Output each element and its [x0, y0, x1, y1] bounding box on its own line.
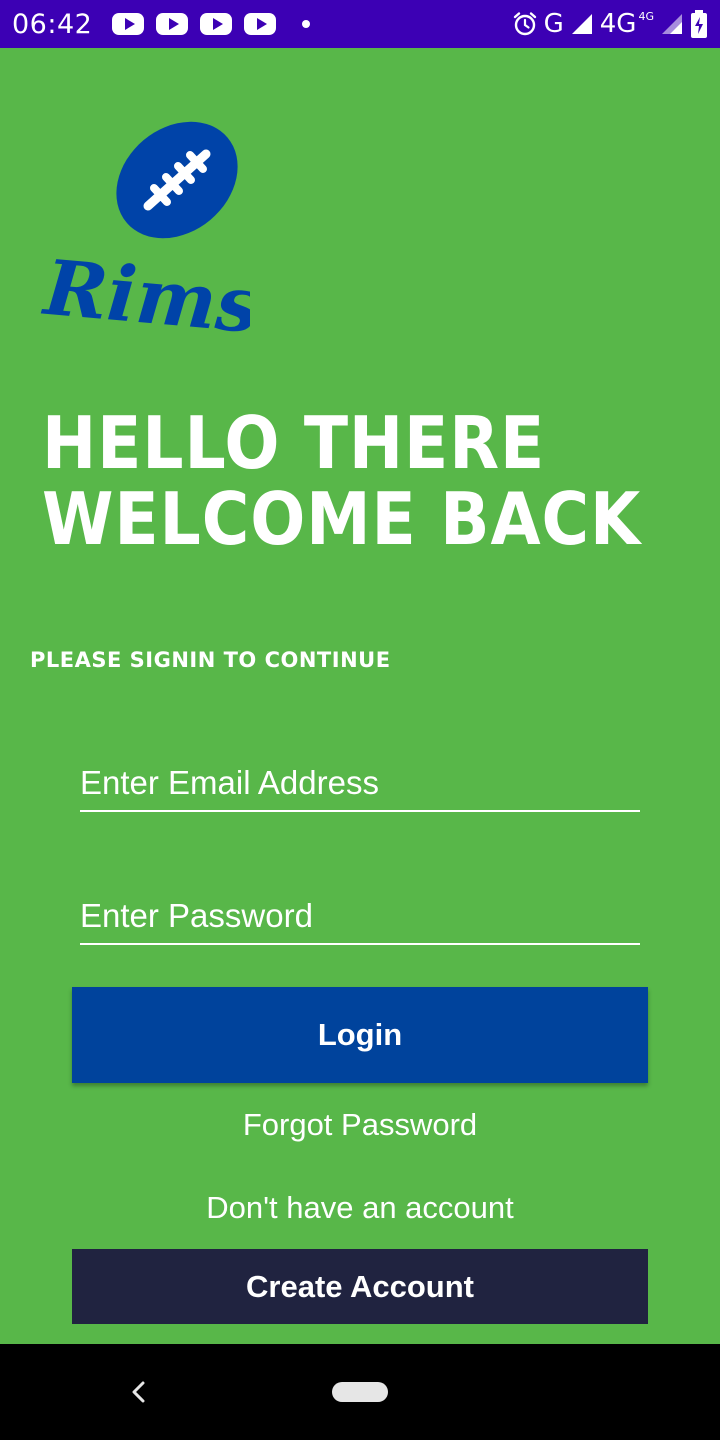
create-account-button[interactable]: Create Account — [72, 1249, 648, 1324]
football-icon — [116, 121, 238, 239]
status-bar: 06:42 G 4G 4G — [0, 0, 720, 48]
svg-text:Rims: Rims — [40, 250, 250, 340]
youtube-icon — [200, 13, 233, 35]
rims-logo-text: Rims — [40, 250, 250, 340]
login-button[interactable]: Login — [72, 987, 648, 1083]
email-field[interactable] — [80, 764, 640, 812]
navigation-bar — [0, 1344, 720, 1440]
battery-icon — [691, 10, 707, 38]
dot-icon — [302, 20, 311, 28]
welcome-headline: HELLO THERE WELCOME BACK — [42, 405, 641, 557]
youtube-icon — [112, 13, 145, 35]
youtube-icon — [244, 13, 277, 35]
signal-icon — [571, 14, 592, 34]
password-field[interactable] — [80, 897, 640, 945]
signin-subtitle: PLEASE SIGNIN TO CONTINUE — [30, 648, 391, 672]
network-4g-label: 4G — [599, 9, 637, 39]
home-pill-icon[interactable] — [332, 1382, 388, 1402]
back-icon[interactable] — [124, 1377, 154, 1407]
signal-icon — [662, 14, 682, 34]
network-label: G — [543, 9, 564, 39]
status-time: 06:42 — [12, 8, 93, 40]
youtube-icon — [156, 13, 189, 35]
forgot-password-link[interactable]: Forgot Password — [0, 1107, 720, 1143]
no-account-text: Don't have an account — [206, 1190, 514, 1225]
headline-line-2: WELCOME BACK — [42, 477, 642, 561]
network-4g-small-label: 4G — [638, 9, 654, 23]
rims-logo: Rims — [40, 110, 250, 340]
headline-line-1: HELLO THERE — [42, 401, 546, 485]
status-right-icons: G 4G 4G — [512, 9, 708, 39]
notification-icons — [112, 13, 311, 35]
alarm-icon — [513, 12, 536, 36]
